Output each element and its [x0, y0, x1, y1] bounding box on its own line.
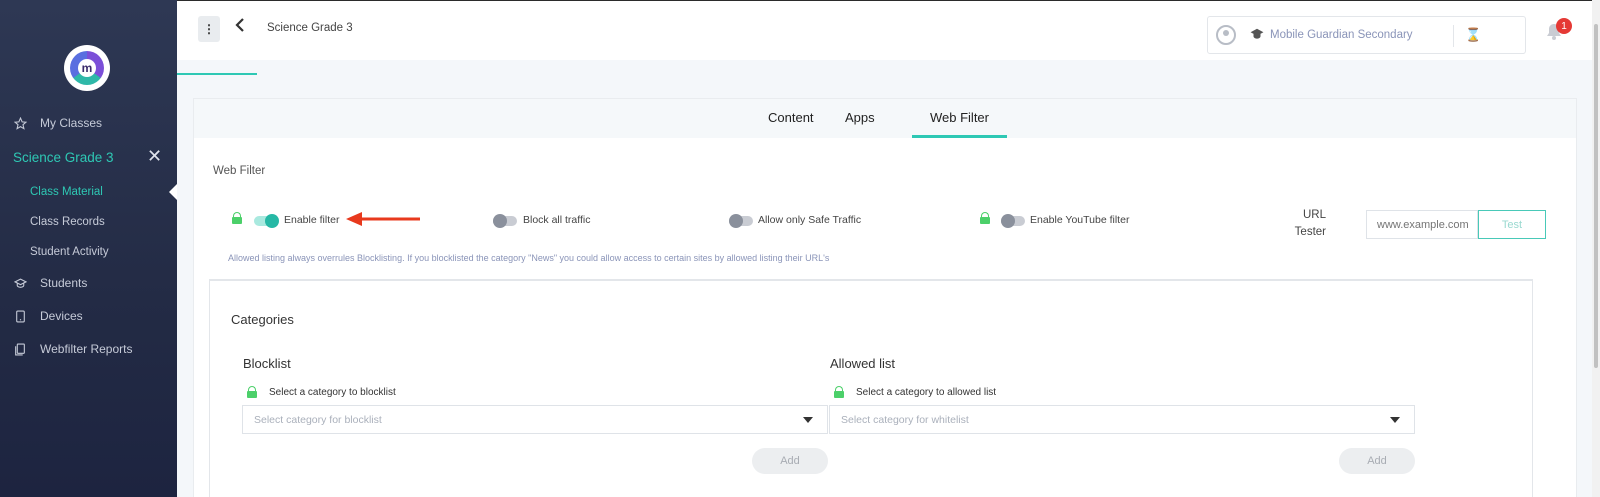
notification-badge[interactable]: 1 [1556, 18, 1572, 34]
logo-letter: m [78, 59, 96, 77]
blocklist-title: Blocklist [243, 356, 291, 371]
lock-open-icon[interactable] [980, 212, 990, 224]
close-icon[interactable]: ✕ [147, 147, 162, 165]
sidebar-item-label: My Classes [40, 116, 103, 130]
block-all-traffic-label: Block all traffic [523, 214, 591, 226]
logo-ring: m [70, 51, 104, 85]
user-name: Mobile Guardian Secondary [1270, 29, 1413, 41]
categories-card: Categories Blocklist Select a category t… [209, 279, 1533, 497]
youtube-filter-label: Enable YouTube filter [1030, 214, 1130, 226]
sidebar-subitem-class-records[interactable]: Class Records [30, 216, 105, 228]
sidebar-subitem-student-activity[interactable]: Student Activity [30, 246, 109, 258]
blocklist-select-placeholder: Select category for blocklist [254, 414, 382, 426]
enable-filter-label: Enable filter [284, 214, 340, 226]
sidebar: m My Classes Science Grade 3 ✕ Class Mat… [0, 0, 177, 497]
active-indicator [169, 184, 177, 200]
lock-open-icon[interactable] [247, 386, 257, 398]
divider [1453, 25, 1454, 47]
sidebar-item-my-classes[interactable]: My Classes [0, 110, 177, 136]
url-tester-label-line-2: Tester [1294, 226, 1326, 238]
blocklist-add-button[interactable]: Add [752, 448, 828, 474]
red-arrow-annotation [346, 212, 422, 231]
user-avatar-icon [1216, 25, 1236, 45]
tab-content[interactable]: Content [768, 110, 814, 125]
chevron-down-icon [1390, 417, 1400, 423]
safe-traffic-toggle[interactable] [729, 214, 753, 228]
star-icon [13, 116, 27, 130]
allowed-select-label: Select a category to allowed list [856, 387, 997, 398]
kebab-menu-icon[interactable]: ⋮ [198, 16, 220, 42]
safe-traffic-label: Allow only Safe Traffic [758, 214, 862, 226]
url-tester-label-line-1: URL [1302, 209, 1326, 221]
lock-open-icon[interactable] [834, 386, 844, 398]
page-scrollbar[interactable] [1592, 0, 1600, 497]
breadcrumb: Science Grade 3 [267, 22, 353, 34]
sidebar-item-students[interactable]: Students [0, 270, 177, 296]
user-switcher[interactable]: Mobile Guardian Secondary ⌛ [1207, 16, 1526, 54]
tab-web-filter[interactable]: Web Filter [930, 110, 989, 125]
url-tester-input[interactable] [1366, 210, 1478, 239]
header-accent-bar [177, 73, 257, 75]
tablet-icon [13, 309, 27, 323]
active-class-title[interactable]: Science Grade 3 [13, 150, 114, 165]
sidebar-item-webfilter-reports[interactable]: Webfilter Reports [0, 336, 177, 362]
block-all-traffic-toggle[interactable] [493, 214, 517, 228]
sidebar-item-label: Devices [40, 309, 83, 323]
test-button[interactable]: Test [1478, 210, 1546, 239]
blocklist-category-select[interactable]: Select category for blocklist [242, 405, 828, 434]
chevron-down-icon [803, 417, 813, 423]
scrollbar-thumb[interactable] [1594, 24, 1598, 368]
mobile-guardian-logo[interactable]: m [64, 45, 110, 91]
youtube-filter-toggle[interactable] [1001, 214, 1025, 228]
section-title: Web Filter [213, 165, 266, 177]
top-header: ⋮ Science Grade 3 Mobile Guardian Second… [177, 0, 1600, 60]
sidebar-subitem-class-material[interactable]: Class Material [30, 186, 103, 198]
enable-filter-toggle[interactable] [254, 214, 279, 228]
tab-apps[interactable]: Apps [845, 110, 875, 125]
categories-title: Categories [231, 312, 294, 327]
info-note: Allowed listing always overrules Blockli… [228, 253, 830, 263]
allowed-select-placeholder: Select category for whitelist [841, 414, 969, 426]
graduation-cap-icon [13, 276, 27, 290]
tabs-bar: Content Apps Web Filter [194, 99, 1576, 138]
blocklist-select-label: Select a category to blocklist [269, 387, 396, 398]
lock-open-icon[interactable] [232, 212, 242, 224]
reports-icon [13, 342, 27, 356]
allowed-add-button[interactable]: Add [1339, 448, 1415, 474]
hourglass-icon[interactable]: ⌛ [1465, 27, 1481, 43]
sidebar-item-label: Webfilter Reports [40, 342, 133, 356]
main-card: Content Apps Web Filter Web Filter Enabl… [193, 98, 1577, 497]
graduation-cap-icon [1250, 28, 1264, 43]
active-tab-underline [912, 135, 1007, 138]
allowed-list-title: Allowed list [830, 356, 896, 371]
sidebar-item-devices[interactable]: Devices [0, 303, 177, 329]
back-chevron-icon[interactable] [235, 18, 245, 37]
sidebar-item-label: Students [40, 276, 88, 290]
allowed-category-select[interactable]: Select category for whitelist [829, 405, 1415, 434]
url-tester-label: URL Tester [1286, 207, 1326, 241]
